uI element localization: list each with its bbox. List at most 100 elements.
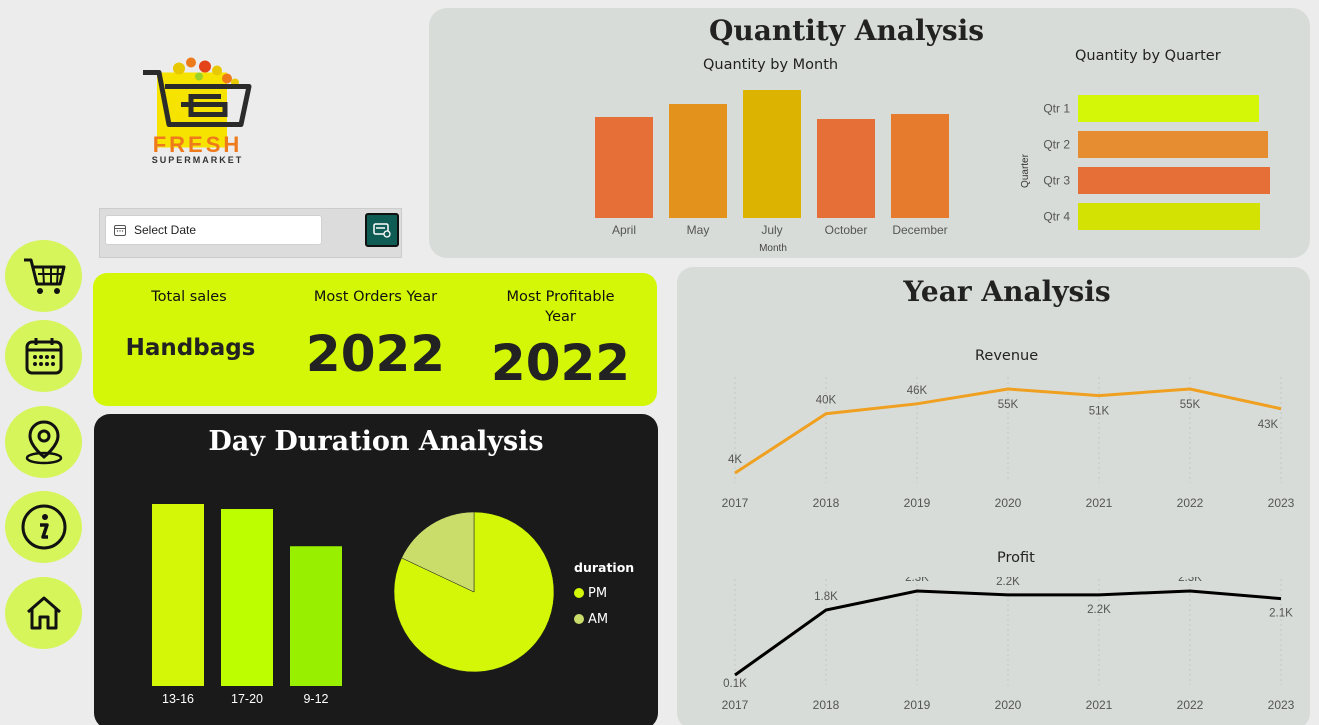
year-tick-label: 2018 (813, 496, 840, 510)
revenue-line-chart: 4K 2017 40K 2018 46K 2019 55K 2020 51K 2021 55K 202… (722, 377, 1295, 510)
year-tick-label: 2023 (1268, 698, 1295, 712)
quarter-axis-label: Quarter (1020, 153, 1031, 188)
calendar-icon (25, 338, 62, 375)
cart-icon (23, 258, 65, 294)
quantity-by-quarter-chart: Qtr 1 Qtr 2 Qtr 3 Qtr 4 Quarter (1020, 95, 1270, 230)
total-sales-value: Handbags (125, 335, 256, 361)
kpi-card: Total sales Handbags Most Orders Year 20… (93, 273, 657, 406)
most-orders-year-value: 2022 (305, 325, 446, 383)
logo-subtitle: SUPERMARKET (151, 155, 244, 165)
year-analysis-card: Year Analysis Revenue 4K 2017 40K 2018 46K 20… (677, 267, 1310, 725)
duration-pie-chart (393, 511, 555, 673)
total-sales-label: Total sales (151, 289, 227, 305)
year-tick-label: 2017 (722, 698, 749, 712)
date-select-input[interactable]: Select Date (105, 215, 322, 245)
duration-tick-label: 9-12 (303, 692, 328, 706)
pie-legend-title: duration (574, 560, 635, 575)
month-bar-may[interactable] (669, 104, 727, 218)
most-profitable-year-label-2: Year (545, 309, 576, 325)
year-analysis-title: Year Analysis (903, 275, 1111, 308)
month-chart-title: Quantity by Month (703, 57, 839, 73)
month-bar-july[interactable] (743, 90, 801, 218)
data-label: 55K (1180, 399, 1201, 411)
month-tick-label: December (892, 223, 947, 237)
duration-tick-label: 13-16 (162, 692, 194, 706)
quarter-tick-label: Qtr 4 (1043, 210, 1070, 224)
nav-location-button[interactable] (5, 406, 82, 478)
quarter-bar-2[interactable] (1078, 131, 1268, 158)
nav-info-button[interactable] (5, 491, 82, 563)
quarter-tick-label: Qtr 2 (1043, 138, 1070, 152)
year-tick-label: 2021 (1086, 698, 1113, 712)
quarter-tick-label: Qtr 3 (1043, 174, 1070, 188)
quarter-bar-4[interactable] (1078, 203, 1260, 230)
legend-dot (574, 588, 584, 598)
quarter-bar-1[interactable] (1078, 95, 1259, 122)
duration-bar-9-12[interactable] (290, 546, 342, 686)
data-label: 43K (1258, 419, 1279, 431)
legend-label: AM (588, 611, 609, 627)
profit-chart-series-line[interactable] (734, 589, 1282, 677)
year-tick-label: 2020 (995, 496, 1022, 510)
year-tick-label: 2022 (1177, 698, 1204, 712)
data-label: 51K (1089, 406, 1110, 418)
data-label: 2.2K (996, 577, 1020, 588)
month-tick-label: April (612, 223, 636, 237)
quantity-analysis-title: Quantity Analysis (708, 14, 985, 47)
filter-card-icon (373, 223, 391, 238)
month-axis-label: Month (759, 243, 787, 254)
location-pin-icon (25, 420, 62, 465)
year-tick-label: 2021 (1086, 496, 1113, 510)
date-select-label: Select Date (134, 223, 197, 237)
most-profitable-year-label-1: Most Profitable (506, 289, 615, 305)
duration-bar-13-16[interactable] (152, 504, 204, 686)
year-tick-label: 2023 (1268, 496, 1295, 510)
quantity-analysis-card: Quantity Analysis Quantity by Month Apri… (429, 8, 1310, 258)
profit-chart-title: Profit (997, 550, 1035, 566)
day-duration-title: Day Duration Analysis (208, 426, 544, 457)
duration-tick-label: 17-20 (231, 692, 263, 706)
month-bar-december[interactable] (891, 114, 949, 218)
data-label: 46K (907, 385, 928, 397)
most-profitable-year-value: 2022 (490, 334, 631, 392)
duration-bar-17-20[interactable] (221, 509, 273, 686)
month-tick-label: October (825, 223, 868, 237)
month-tick-label: May (687, 223, 710, 237)
info-icon (21, 504, 66, 550)
month-tick-label: July (761, 223, 782, 237)
quarter-chart-title: Quantity by Quarter (1075, 48, 1221, 64)
data-label: 4K (728, 454, 742, 466)
data-label: 2.2K (1087, 604, 1111, 616)
pie-legend: PM AM (574, 580, 608, 632)
revenue-chart-title: Revenue (975, 348, 1039, 364)
year-tick-label: 2019 (904, 698, 931, 712)
day-duration-analysis-card: Day Duration Analysis 13-16 17-20 9-12 dur… (94, 414, 658, 725)
pie-legend-item[interactable]: AM (574, 606, 608, 632)
nav-calendar-button[interactable] (5, 320, 82, 392)
year-tick-label: 2022 (1177, 496, 1204, 510)
year-tick-label: 2018 (813, 698, 840, 712)
data-label: 2.1K (1269, 608, 1293, 620)
data-label: 40K (816, 395, 837, 407)
calendar-small-icon (114, 225, 126, 236)
year-tick-label: 2019 (904, 496, 931, 510)
quarter-bar-3[interactable] (1078, 167, 1270, 194)
filter-button[interactable] (365, 213, 399, 247)
month-bar-october[interactable] (817, 119, 875, 218)
duration-bar-chart: 13-16 17-20 9-12 (152, 504, 342, 706)
data-label: 2.3K (1178, 577, 1202, 584)
data-label: 1.8K (814, 591, 838, 603)
data-label: 0.1K (723, 678, 747, 690)
quantity-by-month-chart: April May July October December Month (595, 90, 949, 254)
nav-home-button[interactable] (5, 577, 82, 649)
quarter-tick-label: Qtr 1 (1043, 102, 1070, 116)
nav-cart-button[interactable] (5, 240, 82, 312)
legend-dot (574, 614, 584, 624)
data-label: 55K (998, 399, 1019, 411)
year-tick-label: 2017 (722, 496, 749, 510)
date-slicer: Select Date (99, 208, 402, 258)
pie-legend-item[interactable]: PM (574, 580, 608, 606)
legend-label: PM (588, 585, 608, 601)
home-icon (26, 596, 61, 630)
month-bar-april[interactable] (595, 117, 653, 218)
